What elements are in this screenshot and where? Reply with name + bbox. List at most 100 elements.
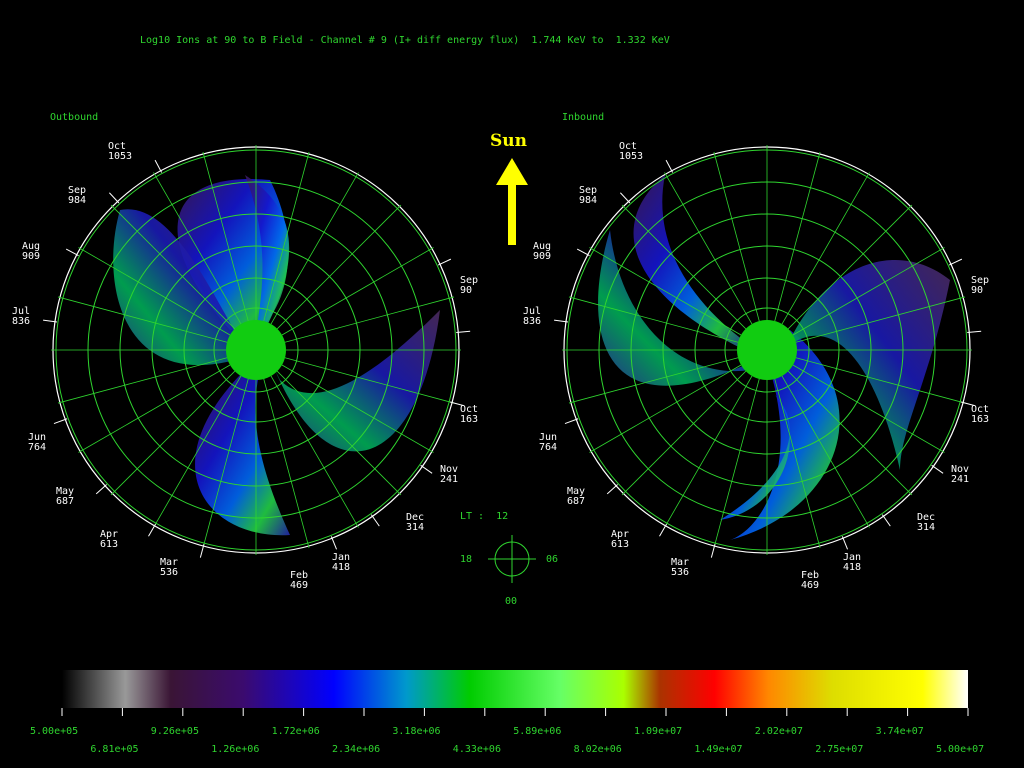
month-day: 90 bbox=[971, 285, 984, 296]
grid-spoke bbox=[713, 151, 760, 322]
month-day: 984 bbox=[579, 195, 598, 206]
month-tick bbox=[620, 192, 631, 204]
month-tick bbox=[148, 523, 156, 537]
lt-left-label: 18 bbox=[460, 554, 473, 565]
plot-root: Log10 Ions at 90 to B Field - Channel # … bbox=[0, 0, 1024, 768]
month-day: 163 bbox=[971, 414, 990, 425]
month-day: 536 bbox=[160, 567, 179, 578]
month-day: 909 bbox=[533, 251, 552, 262]
colorbar-bottom-tick-label: 1.49e+07 bbox=[694, 744, 743, 755]
month-day: 418 bbox=[843, 562, 862, 573]
colorbar bbox=[61, 670, 969, 716]
lt-bottom-label: 00 bbox=[505, 596, 518, 607]
month-day: 469 bbox=[290, 580, 309, 591]
month-tick bbox=[420, 464, 433, 474]
grid-spoke bbox=[664, 375, 753, 528]
month-label: Jan 418 bbox=[332, 553, 350, 573]
month-day: 984 bbox=[68, 195, 87, 206]
month-tick bbox=[65, 248, 79, 257]
lt-right-label: 06 bbox=[546, 554, 559, 565]
month-label: Jan 418 bbox=[843, 553, 861, 573]
month-label: Oct 1053 bbox=[108, 142, 132, 162]
month-tick bbox=[109, 192, 120, 204]
colorbar-top-tick-label: 1.09e+07 bbox=[634, 726, 683, 737]
month-day: 764 bbox=[539, 442, 558, 453]
month-day: 909 bbox=[22, 251, 41, 262]
colorbar-bottom-tick-label: 1.26e+06 bbox=[211, 744, 260, 755]
colorbar-top-tick-label: 2.02e+07 bbox=[754, 726, 803, 737]
month-day: 836 bbox=[12, 316, 31, 327]
colorbar-bottom-tick-label: 5.00e+07 bbox=[936, 744, 985, 755]
colorbar-bottom-tick-label: 2.75e+07 bbox=[815, 744, 864, 755]
month-day: 687 bbox=[56, 496, 75, 507]
month-day: 764 bbox=[28, 442, 47, 453]
month-day: 613 bbox=[611, 539, 630, 550]
colorbar-top-tick-label: 3.74e+07 bbox=[875, 726, 924, 737]
month-day: 163 bbox=[460, 414, 479, 425]
month-label: Jul 836 bbox=[523, 307, 541, 327]
month-label: Apr 613 bbox=[100, 530, 118, 550]
month-tick bbox=[948, 258, 963, 266]
colorbar-top-tick-label: 1.72e+06 bbox=[271, 726, 320, 737]
colorbar-bottom-tick-label: 8.02e+06 bbox=[573, 744, 622, 755]
colorbar-top-tick-label: 5.00e+05 bbox=[30, 726, 79, 737]
month-label: Nov 241 bbox=[951, 465, 969, 485]
month-label: Jun 764 bbox=[539, 433, 557, 453]
colorbar-bottom-tick-label: 4.33e+06 bbox=[452, 744, 501, 755]
month-tick bbox=[931, 464, 944, 474]
month-tick bbox=[330, 536, 338, 550]
colorbar-top-tick-label: 9.26e+05 bbox=[150, 726, 199, 737]
planet-disk bbox=[737, 320, 797, 380]
month-label: Jul 836 bbox=[12, 307, 30, 327]
month-day: 536 bbox=[671, 567, 690, 578]
grid-spoke bbox=[621, 370, 747, 496]
month-day: 1053 bbox=[108, 151, 133, 162]
month-label: Sep 984 bbox=[579, 186, 597, 206]
grid-spoke bbox=[276, 204, 402, 330]
month-label: Dec 314 bbox=[406, 513, 424, 533]
month-label: Sep 90 bbox=[971, 276, 989, 296]
month-tick bbox=[564, 418, 579, 425]
flux-swirl bbox=[275, 310, 440, 452]
month-label: Oct 163 bbox=[971, 405, 989, 425]
lt-crosshair-icon bbox=[488, 535, 536, 583]
month-label: Aug 909 bbox=[533, 242, 551, 262]
month-label: Nov 241 bbox=[440, 465, 458, 485]
month-tick bbox=[53, 418, 68, 425]
month-label: Feb 469 bbox=[290, 571, 308, 591]
grid-spoke bbox=[713, 378, 760, 549]
month-label: Dec 314 bbox=[917, 513, 935, 533]
month-label: Mar 536 bbox=[671, 558, 689, 578]
grid-spoke bbox=[281, 247, 434, 336]
month-label: Sep 984 bbox=[68, 186, 86, 206]
month-label: May 687 bbox=[567, 487, 585, 507]
month-tick bbox=[154, 159, 163, 173]
month-day: 1053 bbox=[619, 151, 644, 162]
month-day: 314 bbox=[917, 522, 936, 533]
month-label: Feb 469 bbox=[801, 571, 819, 591]
colorbar-bottom-tick-label: 2.34e+06 bbox=[332, 744, 381, 755]
month-label: Oct 163 bbox=[460, 405, 478, 425]
orbit-plot-svg bbox=[43, 145, 982, 716]
month-tick bbox=[659, 523, 667, 537]
flux-swirl bbox=[633, 175, 750, 350]
month-day: 241 bbox=[951, 474, 970, 485]
month-tick bbox=[370, 514, 380, 527]
month-tick bbox=[841, 536, 849, 550]
month-label: Aug 909 bbox=[22, 242, 40, 262]
month-day: 418 bbox=[332, 562, 351, 573]
month-tick bbox=[665, 159, 674, 173]
month-label: Sep 90 bbox=[460, 276, 478, 296]
month-day: 613 bbox=[100, 539, 119, 550]
grid-spoke bbox=[57, 357, 228, 404]
month-label: Mar 536 bbox=[160, 558, 178, 578]
month-day: 314 bbox=[406, 522, 425, 533]
colorbar-bottom-tick-label: 6.81e+05 bbox=[90, 744, 139, 755]
month-label: Apr 613 bbox=[611, 530, 629, 550]
outbound-panel bbox=[43, 145, 471, 558]
month-tick bbox=[437, 258, 452, 266]
month-day: 836 bbox=[523, 316, 542, 327]
planet-disk bbox=[226, 320, 286, 380]
month-tick bbox=[95, 484, 107, 495]
month-day: 469 bbox=[801, 580, 820, 591]
